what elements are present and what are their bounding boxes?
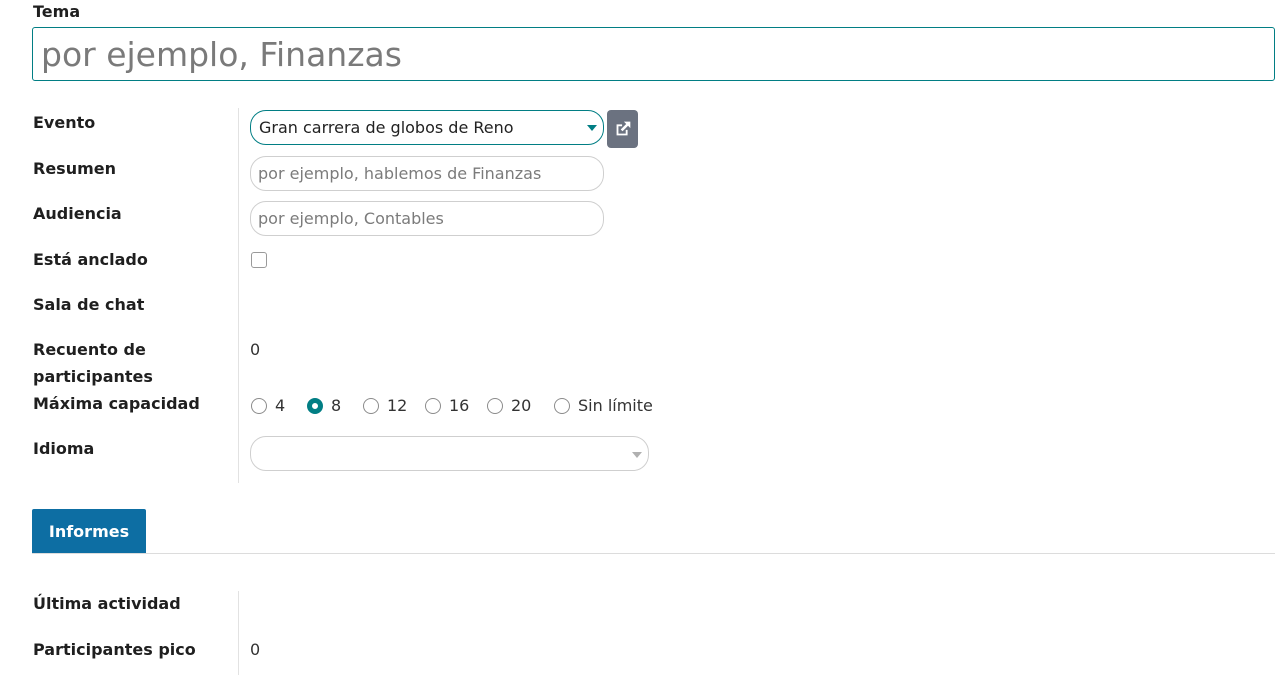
radio-selected-icon[interactable] bbox=[307, 397, 323, 414]
audience-input[interactable] bbox=[250, 201, 604, 236]
external-link-button[interactable] bbox=[607, 110, 638, 148]
participant-count-value: 0 bbox=[250, 340, 261, 359]
capacity-option-20[interactable]: 20 bbox=[487, 392, 531, 419]
pinned-label: Está anclado bbox=[33, 250, 148, 269]
last-activity-label: Última actividad bbox=[33, 594, 181, 613]
max-capacity-label: Máxima capacidad bbox=[33, 394, 200, 413]
language-select[interactable] bbox=[250, 436, 649, 471]
title-label: Tema bbox=[33, 2, 81, 21]
capacity-option-12[interactable]: 12 bbox=[363, 392, 407, 419]
summary-label: Resumen bbox=[33, 159, 116, 178]
title-input[interactable] bbox=[32, 27, 1275, 81]
capacity-option-label: 16 bbox=[449, 396, 470, 415]
capacity-option-16[interactable]: 16 bbox=[425, 392, 469, 419]
event-label: Evento bbox=[33, 113, 96, 132]
peak-participants-value: 0 bbox=[250, 640, 261, 659]
participant-count-label-line2: participantes bbox=[33, 367, 153, 386]
participant-count-label: Recuento de participantes bbox=[33, 336, 153, 390]
peak-participants-label: Participantes pico bbox=[33, 640, 196, 659]
chat-room-label: Sala de chat bbox=[33, 295, 145, 314]
capacity-option-4[interactable]: 4 bbox=[251, 392, 285, 419]
radio-icon[interactable] bbox=[487, 397, 503, 414]
capacity-option-label: 20 bbox=[511, 396, 532, 415]
participant-count-label-line1: Recuento de bbox=[33, 340, 146, 359]
tab-informes[interactable]: Informes bbox=[32, 509, 146, 553]
capacity-option-label: 4 bbox=[275, 396, 286, 415]
capacity-option-8[interactable]: 8 bbox=[307, 392, 341, 419]
form-divider bbox=[238, 108, 239, 483]
chevron-down-icon bbox=[587, 125, 597, 131]
capacity-option-label: 12 bbox=[387, 396, 408, 415]
radio-icon[interactable] bbox=[425, 397, 441, 414]
external-link-icon bbox=[616, 121, 630, 136]
capacity-option-unlimited[interactable]: Sin límite bbox=[554, 392, 653, 419]
pinned-checkbox[interactable] bbox=[251, 252, 267, 268]
audience-label: Audiencia bbox=[33, 204, 122, 223]
chevron-down-icon bbox=[632, 452, 642, 458]
event-select[interactable]: Gran carrera de globos de Reno bbox=[250, 110, 604, 145]
radio-icon[interactable] bbox=[554, 397, 570, 414]
capacity-option-label: 8 bbox=[331, 396, 342, 415]
report-divider bbox=[238, 591, 239, 675]
radio-icon[interactable] bbox=[251, 397, 267, 414]
language-label: Idioma bbox=[33, 439, 95, 458]
capacity-option-label: Sin límite bbox=[578, 396, 653, 415]
summary-input[interactable] bbox=[250, 156, 604, 191]
event-select-value: Gran carrera de globos de Reno bbox=[259, 118, 514, 137]
tab-divider bbox=[32, 553, 1275, 554]
radio-icon[interactable] bbox=[363, 397, 379, 414]
